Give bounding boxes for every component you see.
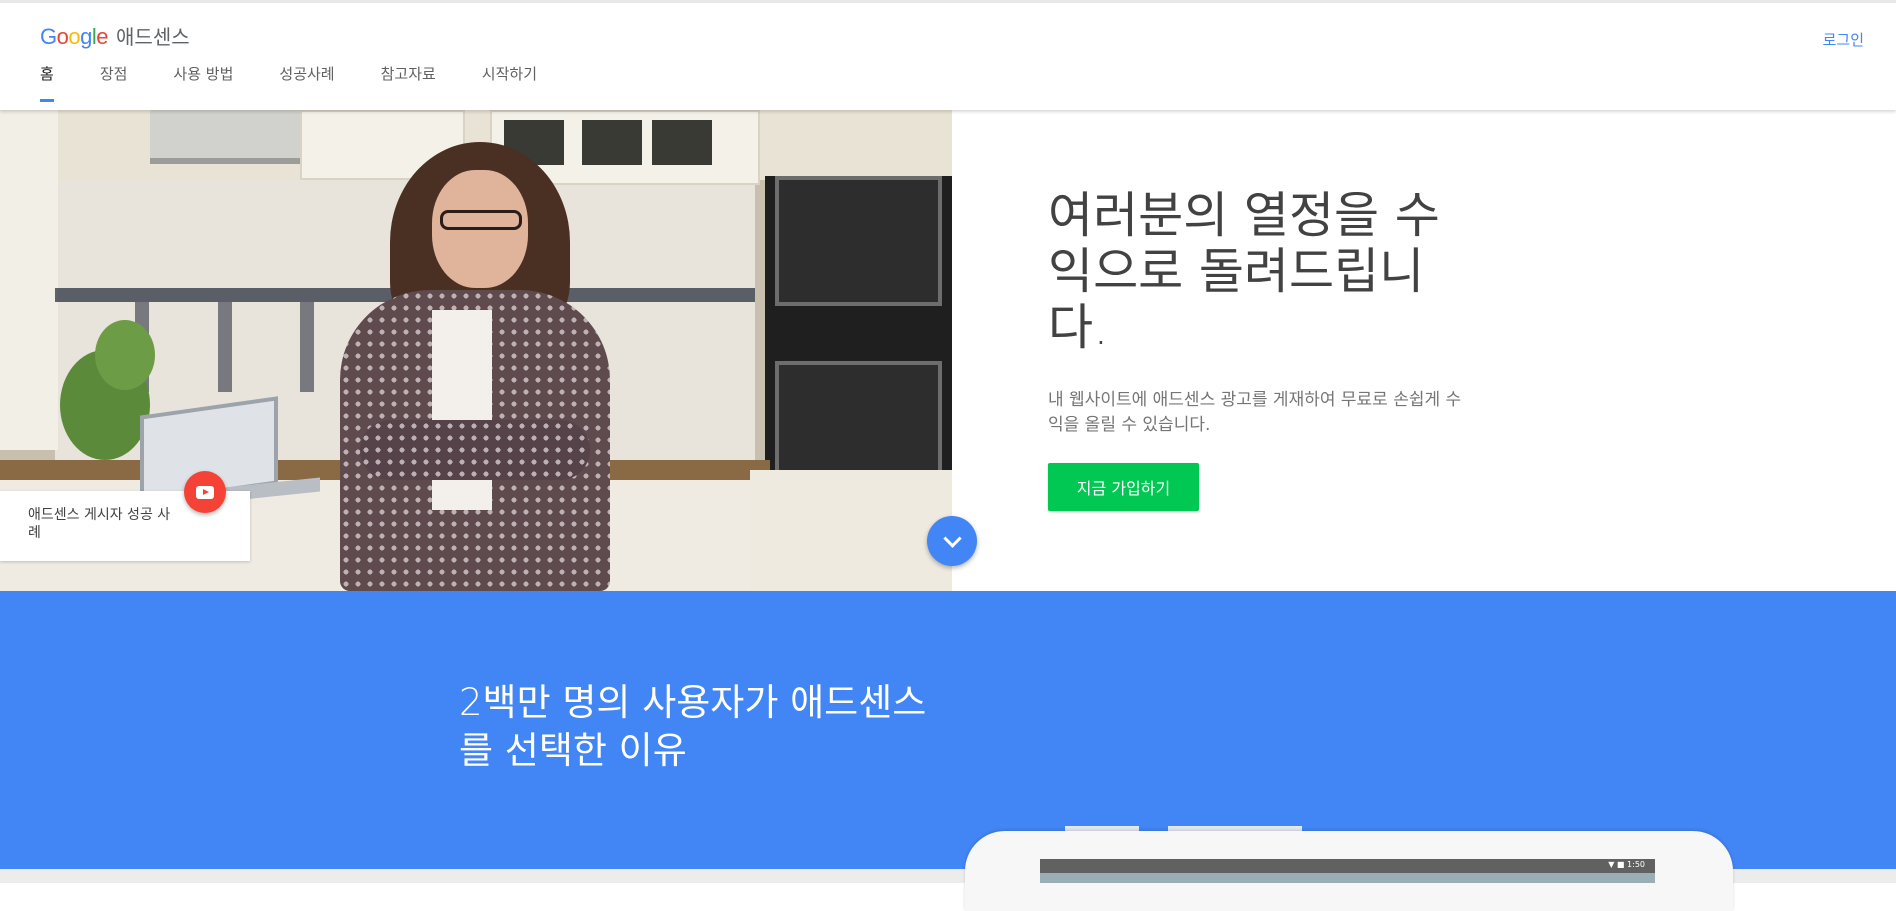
device-status-bar: ▼ ■ 1:50 bbox=[1040, 859, 1655, 873]
status-text: ▼ ■ 1:50 bbox=[1608, 860, 1645, 869]
why-adsense-section: 2백만 명의 사용자가 애드센스를 선택한 이유 bbox=[0, 591, 1896, 869]
nav-item-home[interactable]: 홈 bbox=[40, 63, 54, 102]
site-header: Google 애드센스 로그인 홈 장점 사용 방법 성공사례 참고자료 시작하… bbox=[0, 0, 1896, 110]
google-wordmark: Google bbox=[40, 24, 109, 49]
tablet-screen: ▼ ■ 1:50 bbox=[1040, 859, 1655, 883]
nav-item-success-stories[interactable]: 성공사례 bbox=[279, 63, 334, 98]
youtube-play-icon bbox=[196, 485, 214, 499]
main-nav: 홈 장점 사용 방법 성공사례 참고자료 시작하기 bbox=[40, 63, 583, 102]
hero-title: 여러분의 열정을 수익으로 돌려드립니다. bbox=[1048, 187, 1440, 356]
sign-up-button[interactable]: 지금 가입하기 bbox=[1048, 463, 1199, 511]
nav-item-benefits[interactable]: 장점 bbox=[100, 63, 128, 98]
nav-item-how-it-works[interactable]: 사용 방법 bbox=[173, 63, 233, 98]
chevron-down-icon bbox=[942, 528, 962, 548]
nav-item-resources[interactable]: 참고자료 bbox=[381, 63, 436, 98]
product-name: 애드센스 bbox=[116, 25, 190, 49]
section-title: 2백만 명의 사용자가 애드센스를 선택한 이유 bbox=[459, 681, 927, 772]
hero-subtitle: 내 웹사이트에 애드센스 광고를 게재하여 무료로 손쉽게 수익을 올릴 수 있… bbox=[1048, 390, 1462, 435]
google-adsense-logo[interactable]: Google 애드센스 bbox=[40, 21, 190, 50]
play-video-button[interactable] bbox=[184, 471, 226, 513]
login-link[interactable]: 로그인 bbox=[1823, 29, 1864, 50]
story-card-label: 애드센스 게시자 성공 사례 bbox=[28, 507, 171, 541]
scroll-down-button[interactable] bbox=[927, 516, 977, 566]
nav-item-get-started[interactable]: 시작하기 bbox=[482, 63, 537, 98]
device-nav-bar bbox=[1040, 873, 1655, 883]
